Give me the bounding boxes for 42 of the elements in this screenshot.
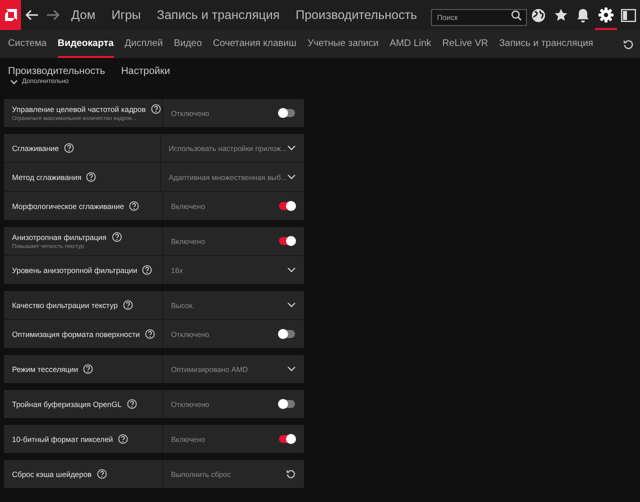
tab[interactable]: AMD Link: [390, 30, 432, 58]
help-icon[interactable]: [144, 329, 155, 339]
tab[interactable]: Система: [8, 30, 47, 58]
tab[interactable]: Сочетания клавиш: [212, 30, 296, 58]
help-icon[interactable]: [122, 300, 133, 310]
logo-icon[interactable]: [0, 0, 22, 30]
nav-link[interactable]: Запись и трансляция: [156, 8, 280, 22]
tab[interactable]: Учетные записи: [307, 30, 379, 58]
help-icon[interactable]: [64, 143, 74, 153]
help-icon[interactable]: [112, 232, 122, 242]
chevron-down-icon[interactable]: [287, 174, 296, 180]
subnav-link[interactable]: Производительность: [8, 66, 106, 77]
nav-link[interactable]: Игры: [111, 8, 141, 22]
subnav-link[interactable]: Настройки: [121, 66, 170, 77]
chevron-down-icon[interactable]: [287, 145, 296, 151]
toggle-switch[interactable]: [279, 400, 295, 408]
chevron-down-icon[interactable]: [287, 302, 296, 308]
nav-link[interactable]: Дом: [71, 8, 96, 22]
toggle-switch[interactable]: [279, 109, 295, 117]
tab[interactable]: ReLive VR: [442, 30, 488, 58]
tab[interactable]: Дисплей: [124, 30, 163, 58]
help-icon[interactable]: [118, 434, 128, 444]
toggle-switch[interactable]: [279, 237, 295, 245]
help-icon[interactable]: [86, 172, 96, 182]
toggle-switch[interactable]: [279, 435, 295, 443]
nav-link[interactable]: Производительность: [296, 8, 417, 22]
tab[interactable]: Запись и трансляция: [499, 30, 594, 58]
search-icon: [510, 10, 522, 20]
help-icon[interactable]: [96, 469, 107, 479]
chevron-down-icon: [10, 78, 18, 84]
tab[interactable]: Видео: [174, 30, 202, 58]
reset-icon[interactable]: [286, 469, 296, 479]
help-icon[interactable]: [126, 399, 137, 409]
help-icon[interactable]: [83, 364, 94, 374]
help-icon[interactable]: [142, 265, 152, 275]
help-icon[interactable]: [150, 104, 161, 114]
toggle-switch[interactable]: [279, 330, 295, 338]
chevron-down-icon[interactable]: [287, 366, 296, 372]
chevron-down-icon[interactable]: [287, 267, 296, 273]
help-icon[interactable]: [129, 201, 140, 211]
toggle-switch[interactable]: [279, 202, 295, 210]
reset-icon[interactable]: [623, 38, 634, 50]
